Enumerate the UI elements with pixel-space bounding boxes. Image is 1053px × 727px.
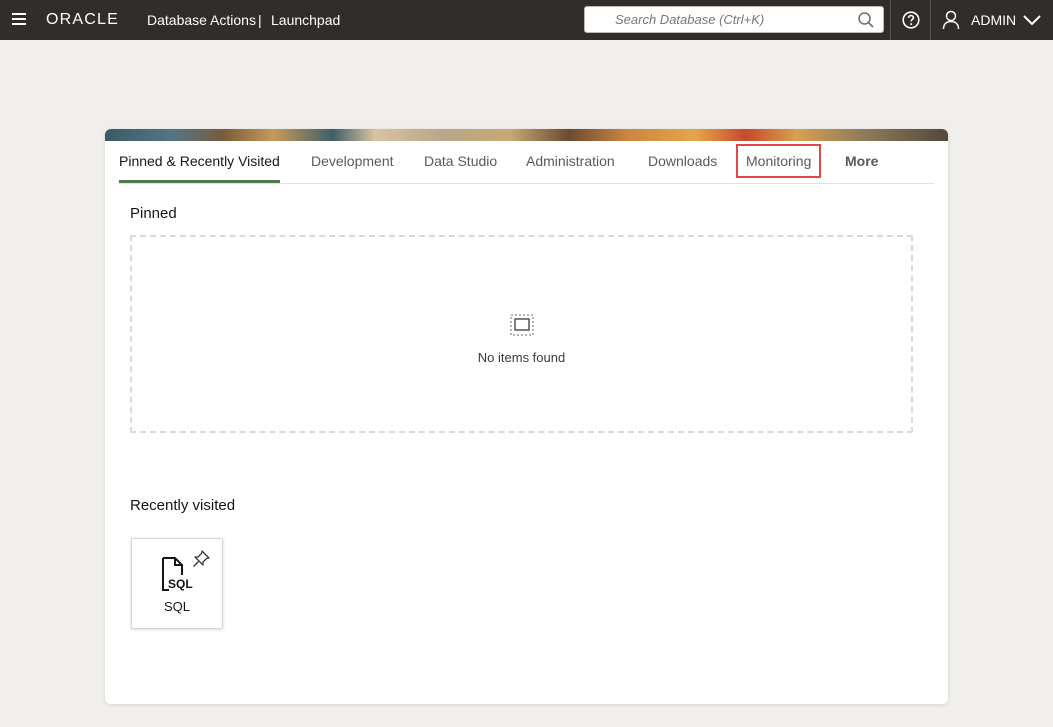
tab-monitoring[interactable]: Monitoring (735, 144, 822, 178)
svg-text:SQL: SQL (168, 577, 193, 591)
oracle-logo: ORACLE (46, 11, 119, 28)
search-icon[interactable] (857, 11, 875, 29)
tab-downloads[interactable]: Downloads (648, 141, 717, 183)
user-menu-button[interactable]: ADMIN (942, 8, 1046, 32)
tab-bar: Pinned & Recently Visited Development Da… (119, 141, 934, 184)
tab-more[interactable]: More (845, 141, 878, 183)
pinned-drop-area: No items found (130, 235, 913, 433)
tab-pinned-recent[interactable]: Pinned & Recently Visited (119, 141, 280, 183)
pinned-section-title: Pinned (130, 205, 177, 222)
user-name: ADMIN (971, 12, 1017, 28)
tab-administration[interactable]: Administration (526, 141, 615, 183)
page-title: Launchpad (271, 12, 341, 28)
top-navigation-bar: ORACLE Database Actions | Launchpad ADMI… (0, 0, 1053, 40)
search-input[interactable] (585, 7, 849, 32)
menu-icon[interactable] (12, 13, 26, 27)
empty-message: No items found (477, 350, 566, 365)
decorative-banner (105, 129, 948, 141)
chevron-down-icon (1023, 15, 1041, 26)
header-divider (890, 0, 891, 40)
pin-icon[interactable] (192, 550, 210, 568)
sql-file-icon: SQL (162, 557, 193, 591)
help-icon[interactable] (902, 11, 920, 29)
tab-data-studio[interactable]: Data Studio (424, 141, 497, 183)
empty-box-icon (510, 314, 534, 336)
recent-item-sql[interactable]: SQL SQL (131, 538, 223, 629)
app-title: Database Actions (147, 12, 256, 28)
tab-development[interactable]: Development (311, 141, 394, 183)
recent-item-label: SQL (163, 599, 190, 614)
user-icon (942, 10, 960, 30)
launchpad-card: Pinned & Recently Visited Development Da… (105, 129, 948, 704)
title-separator: | (258, 12, 262, 28)
recent-section-title: Recently visited (130, 497, 236, 514)
header-divider (930, 0, 931, 40)
search-box (584, 6, 884, 33)
